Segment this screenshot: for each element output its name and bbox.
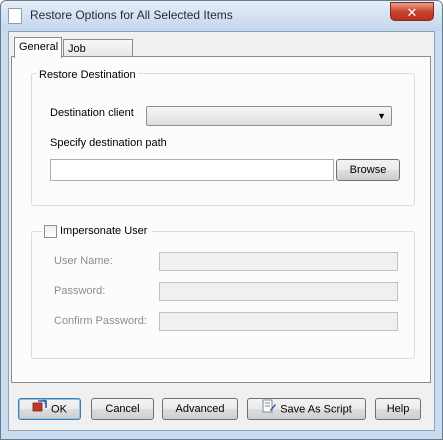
script-icon [261,399,277,420]
password-input[interactable] [159,282,398,301]
confirm-password-label: Confirm Password: [54,315,147,327]
advanced-button[interactable]: Advanced [162,398,238,420]
help-button[interactable]: Help [375,398,421,420]
cancel-button[interactable]: Cancel [91,398,154,420]
restore-destination-title: Restore Destination [37,69,138,81]
destination-client-label: Destination client [50,107,134,119]
destination-path-input[interactable] [50,159,334,181]
window-icon [8,8,22,24]
save-as-script-label: Save As Script [280,403,352,416]
close-button[interactable]: ✕ [390,2,434,21]
ok-label: OK [51,403,67,416]
title-bar[interactable]: Restore Options for All Selected Items ✕ [1,1,442,31]
save-as-script-button[interactable]: Save As Script [247,398,366,420]
impersonate-user-checkbox[interactable] [44,225,57,238]
chevron-down-icon: ▼ [377,111,386,121]
user-name-input[interactable] [159,252,398,271]
destination-path-label: Specify destination path [50,137,167,149]
password-label: Password: [54,285,106,297]
tab-general[interactable]: General [14,37,62,58]
window-title: Restore Options for All Selected Items [30,8,233,22]
user-name-label: User Name: [54,255,113,267]
restore-icon [32,399,48,420]
ok-button[interactable]: OK [18,398,81,420]
impersonate-user-label: Impersonate User [60,225,148,237]
confirm-password-input[interactable] [159,312,398,331]
browse-button[interactable]: Browse [336,159,400,181]
destination-client-dropdown[interactable]: ▼ [146,106,392,126]
